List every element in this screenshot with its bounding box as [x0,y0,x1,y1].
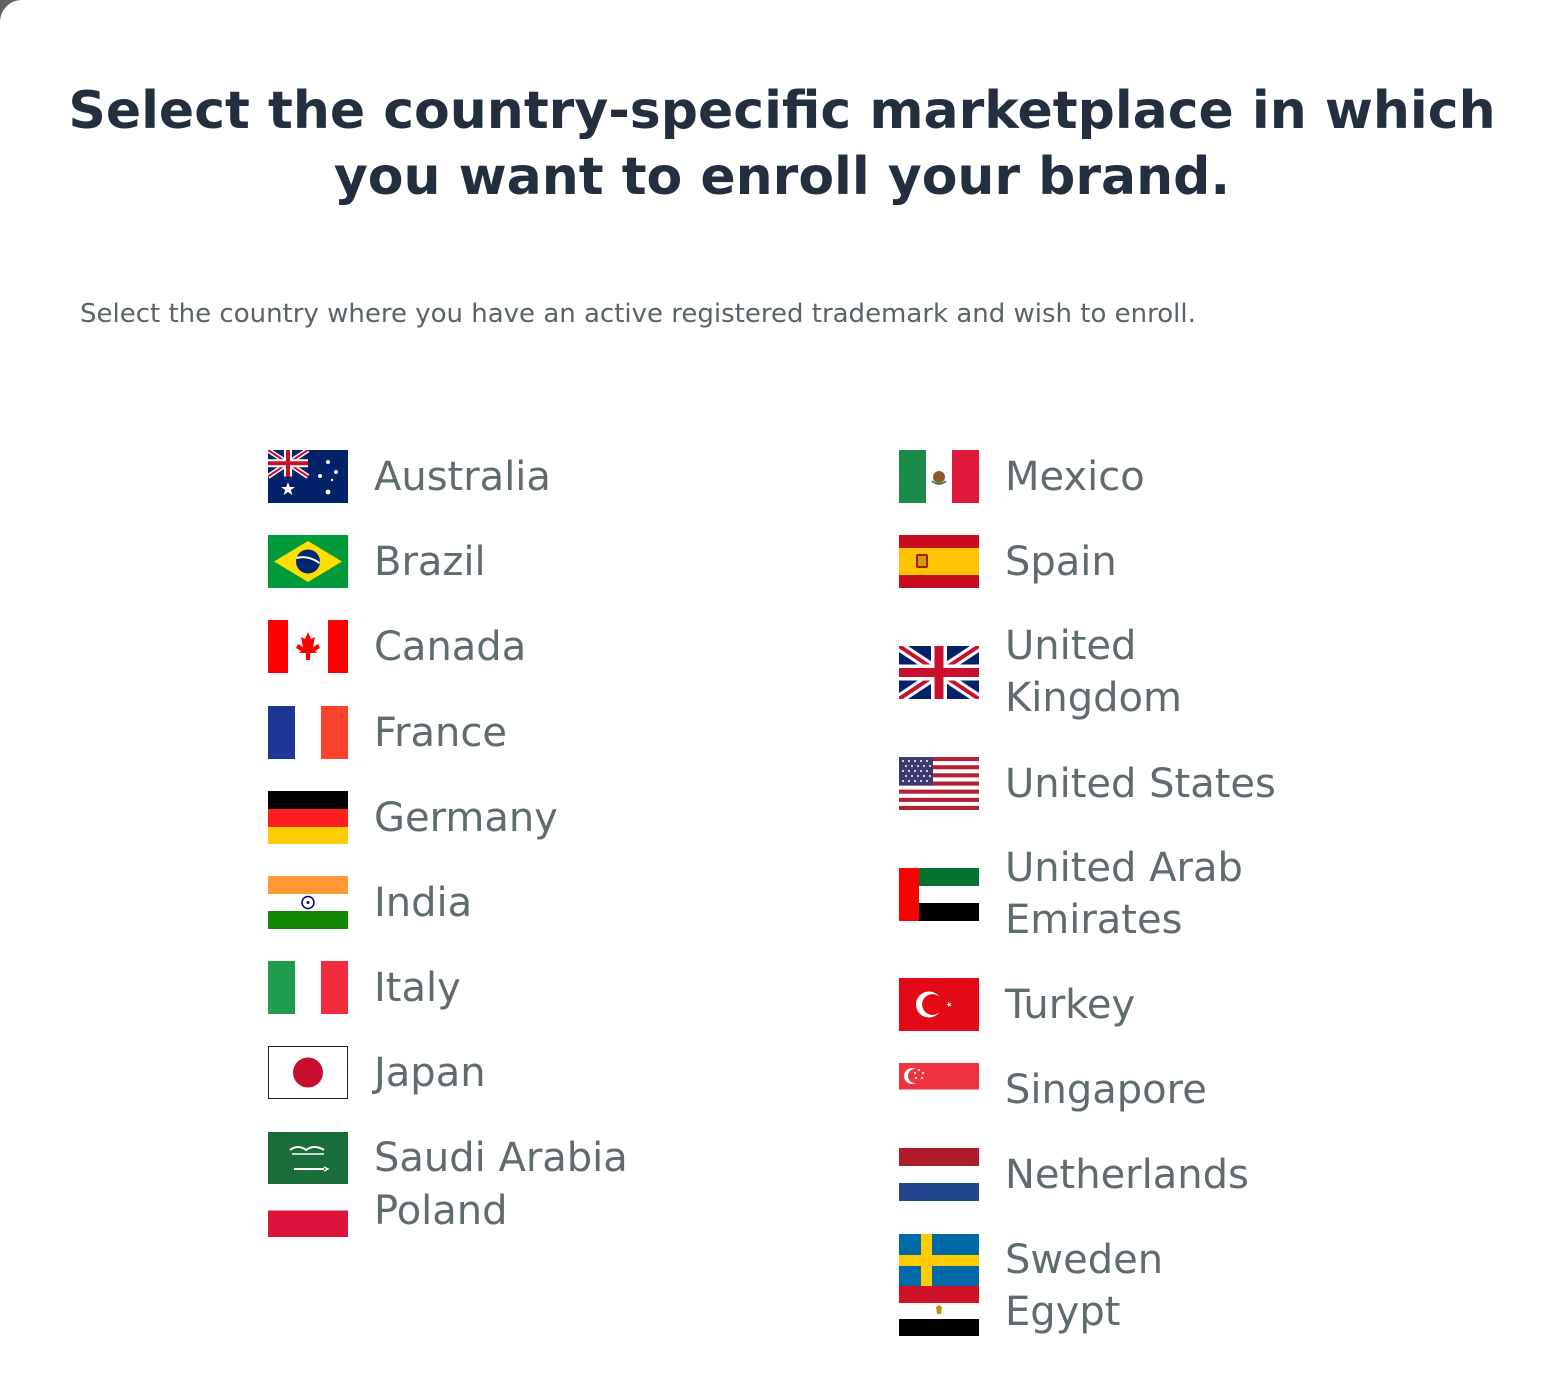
country-option-brazil[interactable]: Brazil [268,535,486,588]
singapore-flag-icon [899,1063,979,1116]
country-option-uae[interactable]: United Arab Emirates [899,842,1295,946]
italy-flag-icon [268,961,348,1014]
country-option-sweden[interactable]: Sweden [899,1234,1163,1287]
country-option-canada[interactable]: Canada [268,620,526,673]
country-option-egypt[interactable]: Egypt [899,1286,1120,1338]
country-label: United Arab Emirates [1005,845,1243,943]
country-label: Mexico [1005,453,1145,500]
country-option-mexico[interactable]: Mexico [899,450,1145,503]
australia-flag-icon [268,450,348,503]
sweden-flag-icon [899,1234,979,1287]
country-option-turkey[interactable]: Turkey [899,978,1135,1031]
country-option-saudi-arabia[interactable]: Saudi Arabia [268,1132,628,1185]
country-label: Italy [374,964,461,1011]
country-label: France [374,709,508,756]
netherlands-flag-icon [899,1148,979,1201]
united-kingdom-flag-icon [899,645,979,699]
country-option-india[interactable]: India [268,876,472,929]
country-option-japan[interactable]: Japan [268,1046,486,1099]
spain-flag-icon [899,535,979,588]
country-label: Turkey [1005,981,1136,1028]
country-label: United States [1005,760,1276,807]
country-label: Singapore [1005,1066,1207,1113]
mexico-flag-icon [899,450,979,503]
country-option-united-kingdom[interactable]: United Kingdom [899,620,1295,724]
country-label: Japan [374,1049,486,1096]
country-label: India [374,879,473,926]
country-option-singapore[interactable]: Singapore [899,1063,1207,1116]
egypt-flag-icon [899,1286,979,1336]
uae-flag-icon [899,867,979,921]
india-flag-icon [268,876,348,929]
page-subtitle: Select the country where you have an act… [80,299,1196,329]
country-option-netherlands[interactable]: Netherlands [899,1148,1249,1201]
page-title: Select the country-specific marketplace … [68,81,1496,207]
brazil-flag-icon [268,535,348,588]
country-label: Egypt [1005,1289,1121,1335]
country-option-italy[interactable]: Italy [268,961,461,1014]
country-label: Sweden [1005,1237,1164,1283]
country-option-germany[interactable]: Germany [268,791,558,844]
poland-flag-icon [268,1184,348,1237]
united-states-flag-icon [899,757,979,810]
country-label: Canada [374,623,527,670]
country-option-australia[interactable]: Australia [268,450,551,503]
country-label: Poland [374,1187,508,1234]
country-option-united-states[interactable]: United States [899,757,1276,810]
country-label: Germany [374,794,558,841]
canada-flag-icon [268,620,348,673]
country-label: Brazil [374,538,486,585]
japan-flag-icon [268,1046,348,1099]
country-label: Australia [374,453,551,500]
country-label: Spain [1005,538,1117,585]
turkey-flag-icon [899,978,979,1031]
country-label: Saudi Arabia [374,1135,628,1181]
country-option-france[interactable]: France [268,706,507,759]
germany-flag-icon [268,791,348,844]
france-flag-icon [268,706,348,759]
saudi-arabia-flag-icon [268,1132,348,1185]
country-label: United Kingdom [1005,623,1182,721]
country-option-spain[interactable]: Spain [899,535,1117,588]
country-option-poland[interactable]: Poland [268,1184,508,1237]
country-label: Netherlands [1005,1151,1249,1198]
